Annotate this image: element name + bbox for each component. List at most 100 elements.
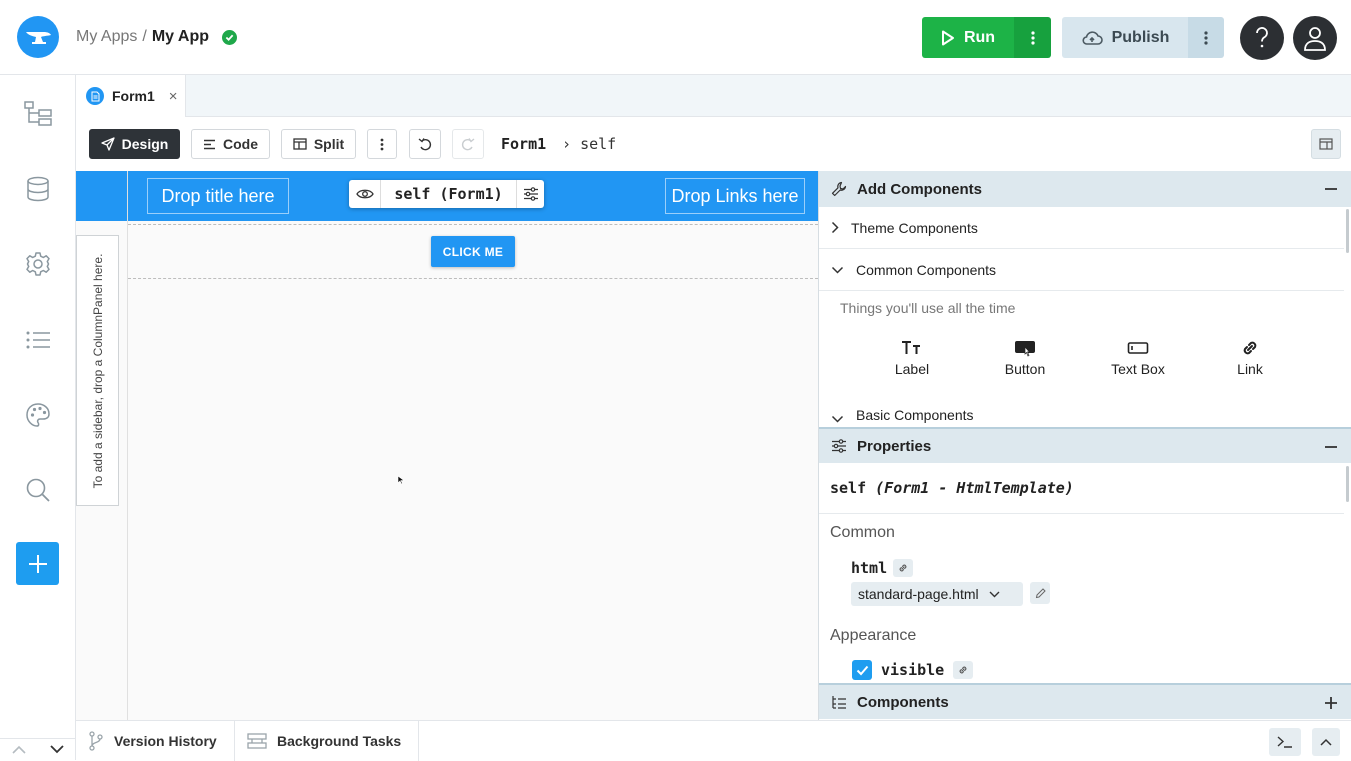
add-components-title: Add Components [857,180,982,198]
component-button[interactable]: Button [985,339,1065,377]
database-icon[interactable] [22,173,54,205]
more-options-button[interactable] [367,129,397,159]
bottom-bar: Version History Background Tasks [76,720,1351,761]
panel-layout-icon [1319,138,1333,150]
link-icon[interactable] [953,661,974,679]
common-components-section[interactable]: Common Components [819,249,1344,291]
background-tasks-label: Background Tasks [277,733,402,749]
component-label-text: Label [894,361,930,377]
kebab-icon [380,138,384,150]
git-branch-icon [89,731,103,751]
terminal-icon [1277,736,1292,748]
chevron-down-icon [989,591,1000,597]
version-history-tab[interactable]: Version History [76,721,235,761]
anvil-logo-icon[interactable] [17,16,59,58]
text-lines-icon [204,139,215,149]
edit-html-button[interactable] [1030,582,1050,604]
expand-plus-icon[interactable] [1324,694,1338,712]
code-label: Code [223,136,258,152]
user-icon [1304,27,1326,51]
visible-property: visible [852,660,974,680]
mouse-cursor-icon [397,475,405,485]
breadcrumb: My Apps / My App [76,28,237,46]
properties-header[interactable]: Properties [819,427,1351,463]
form-file-icon [86,87,104,105]
click-me-button[interactable]: CLICK ME [431,236,515,267]
properties-scrollbar[interactable] [1346,466,1349,502]
settings-gear-icon[interactable] [22,248,54,280]
basic-components-section[interactable]: Basic Components [819,403,1344,423]
common-components-label: Common Components [856,261,997,278]
undo-button[interactable] [409,129,441,159]
version-history-label: Version History [114,733,217,749]
component-textbox[interactable]: Text Box [1098,339,1178,377]
add-components-header[interactable]: Add Components [819,171,1351,207]
design-canvas[interactable]: Drop title here self (Form1) Drop Links … [76,171,818,720]
split-view-button[interactable]: Split [281,129,356,159]
toggle-panel-layout-button[interactable] [1311,129,1341,159]
collapse-icon[interactable] [1324,180,1338,198]
sidebar-drop-hint: To add a sidebar, drop a ColumnPanel her… [91,253,105,489]
sidebar-drop-zone[interactable]: To add a sidebar, drop a ColumnPanel her… [76,235,119,506]
checkmark-icon [856,665,868,675]
divider [819,513,1344,514]
basic-components-label: Basic Components [856,407,974,423]
add-feature-button[interactable] [16,542,59,585]
component-label[interactable]: Label [872,339,952,377]
html-template-select[interactable]: standard-page.html [851,582,1023,606]
sliders-icon [832,439,846,453]
wrench-icon [831,181,847,197]
tab-form1[interactable]: Form1 × [76,75,186,117]
expand-panel-button[interactable] [1312,728,1340,756]
visible-label: visible [881,661,945,679]
button-icon [1015,341,1035,357]
breadcrumb-form[interactable]: Form1 [501,135,546,153]
list-icon[interactable] [22,324,54,356]
background-tasks-tab[interactable]: Background Tasks [235,721,419,761]
redo-button[interactable] [452,129,484,159]
app-name[interactable]: My App [152,28,209,46]
code-view-button[interactable]: Code [191,129,270,159]
console-button[interactable] [1269,728,1301,756]
design-view-button[interactable]: Design [89,129,180,159]
html-property-label: html [851,559,914,577]
component-link-text: Link [1237,361,1263,377]
link-icon[interactable] [893,559,914,577]
app-browser-icon[interactable] [22,97,54,129]
run-options-button[interactable] [1014,17,1051,58]
publish-options-button[interactable] [1188,17,1224,58]
visible-checkbox[interactable] [852,660,872,680]
chevron-down-icon [831,415,844,423]
theme-components-section[interactable]: Theme Components [819,207,1344,249]
chevron-up-icon [1320,738,1332,746]
collapse-icon[interactable] [1324,438,1338,456]
property-group-appearance: Appearance [830,627,917,644]
tasks-icon [247,733,267,749]
publish-button[interactable]: Publish [1062,17,1188,58]
theme-palette-icon[interactable] [22,399,54,431]
close-icon[interactable]: × [169,88,178,105]
left-sidebar [0,75,76,760]
run-button[interactable]: Run [922,17,1014,58]
link-icon [1243,341,1257,355]
chevron-up-icon[interactable] [12,745,26,754]
help-button[interactable] [1240,16,1284,60]
plus-icon [28,554,47,573]
breadcrumb-my-apps[interactable]: My Apps [76,28,137,46]
html-label-text: html [851,559,888,577]
html-template-value: standard-page.html [858,586,979,602]
breadcrumb-self[interactable]: › self [562,135,616,153]
add-components-scrollbar[interactable] [1346,209,1349,253]
chevron-down-icon[interactable] [50,745,64,754]
component-link[interactable]: Link [1210,339,1290,377]
right-panel: Add Components Theme Components Common C… [818,171,1351,720]
play-icon [941,30,954,45]
property-object-title: self (Form1 - HtmlTemplate) [830,479,1074,497]
components-header[interactable]: Components [819,683,1351,719]
component-textbox-text: Text Box [1111,361,1165,377]
top-bar: My Apps / My App Run Publish [0,0,1351,75]
user-avatar[interactable] [1293,16,1337,60]
search-icon[interactable] [22,474,54,506]
run-label: Run [963,28,996,46]
publish-label: Publish [1111,28,1170,46]
